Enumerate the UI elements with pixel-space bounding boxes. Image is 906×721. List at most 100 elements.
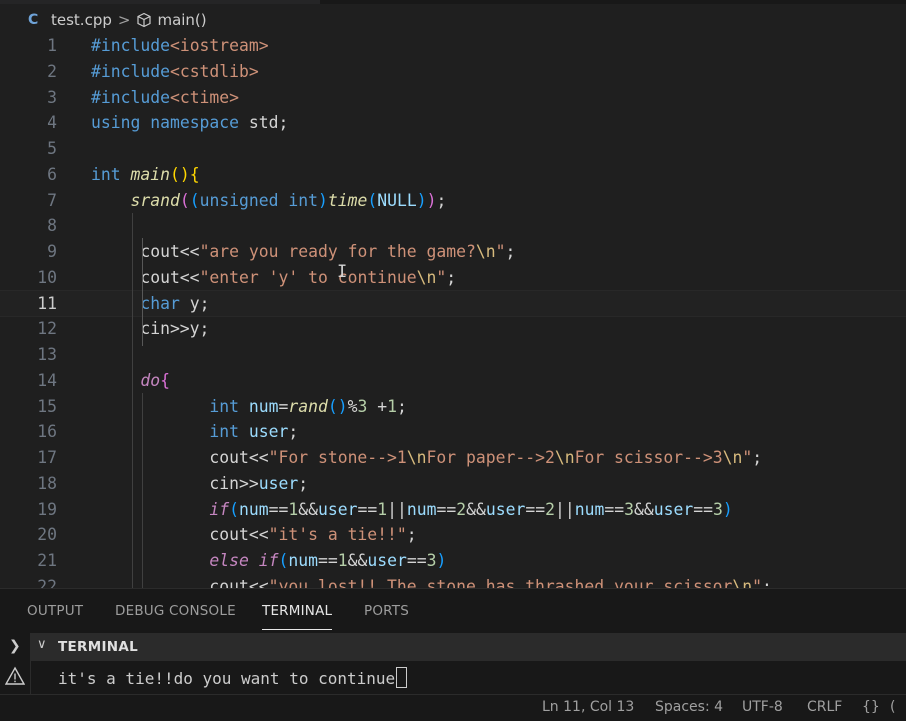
line-number: 9: [47, 242, 57, 261]
code-token: ;: [505, 242, 516, 261]
code-token: 1: [337, 551, 348, 570]
status-overflow: (: [890, 699, 896, 715]
code-line[interactable]: 19 if(num==1&&user==1||num==2&&user==2||…: [0, 497, 906, 523]
code-token: rand: [288, 396, 328, 416]
code-line[interactable]: 16 int user;: [0, 419, 906, 445]
code-line[interactable]: 2 #include<cstdlib>: [0, 59, 906, 85]
code-text: cout<<"are you ready for the game?\n";: [91, 239, 515, 265]
line-number: 3: [47, 87, 57, 107]
code-token: 1: [387, 396, 397, 416]
code-token: +: [367, 396, 388, 416]
line-number: 7: [47, 190, 57, 210]
tab-terminal[interactable]: TERMINAL: [262, 603, 333, 630]
code-line[interactable]: 17 cout<<"For stone-->1\nFor paper-->2\n…: [0, 445, 906, 471]
status-encoding[interactable]: UTF-8: [742, 699, 783, 715]
code-line[interactable]: 9 cout<<"are you ready for the game?\n";: [0, 239, 906, 265]
code-token: "enter 'y' to continue: [199, 267, 417, 287]
status-eol[interactable]: CRLF: [807, 699, 842, 715]
chevron-right-icon[interactable]: ❯: [9, 638, 21, 654]
status-cursor-position[interactable]: Ln 11, Col 13: [542, 699, 634, 715]
code-text: #include<iostream>: [91, 33, 269, 59]
code-token: user: [367, 551, 407, 570]
code-line[interactable]: 3 #include<ctime>: [0, 85, 906, 111]
code-token: "you lost!! The stone has thrashed your …: [268, 576, 733, 588]
tab-output[interactable]: OUTPUT: [27, 603, 83, 619]
code-line[interactable]: 8: [0, 213, 906, 239]
code-token: user: [248, 422, 289, 442]
code-line[interactable]: 10 cout<<"enter 'y' to continue\n";: [0, 265, 906, 291]
code-token: num: [574, 499, 605, 519]
code-token: 1: [377, 499, 388, 519]
code-token: {: [160, 370, 170, 390]
code-token: ==: [525, 499, 546, 519]
code-token: ": [495, 242, 506, 261]
code-token: <ctime>: [169, 87, 240, 107]
line-number: 18: [37, 473, 57, 493]
code-line[interactable]: 1 #include<iostream>: [0, 33, 906, 59]
code-text: int main(){: [91, 162, 200, 188]
breadcrumb-file[interactable]: test.cpp: [51, 11, 112, 29]
code-line[interactable]: 7 srand((unsigned int)time(NULL));: [0, 188, 906, 214]
braces-icon[interactable]: {}: [862, 699, 880, 715]
line-number: 5: [47, 139, 57, 158]
code-token: "are you ready for the game?: [199, 242, 476, 261]
chevron-down-icon[interactable]: ∨: [37, 637, 47, 652]
code-lines[interactable]: 1 #include<iostream> 2 #include<cstdlib> 3 #i…: [0, 33, 906, 588]
status-indentation[interactable]: Spaces: 4: [655, 699, 723, 715]
line-number: 12: [37, 319, 57, 339]
code-token: &&: [347, 551, 368, 570]
code-line[interactable]: 5: [0, 136, 906, 162]
terminal-output[interactable]: it's a tie!!do you want to continue: [58, 667, 408, 688]
code-line[interactable]: 22 cout<<"you lost!! The stone has thras…: [0, 574, 906, 588]
tab-ports[interactable]: PORTS: [364, 603, 409, 619]
code-token: cout<<: [91, 242, 200, 261]
code-token: #include: [91, 61, 170, 81]
code-line[interactable]: 14 do{: [0, 368, 906, 394]
line-number: 15: [37, 396, 57, 416]
code-text: cout<<"it's a tie!!";: [91, 522, 416, 548]
code-line[interactable]: 18 cin>>user;: [0, 471, 906, 497]
code-line[interactable]: 13: [0, 342, 906, 368]
warning-icon[interactable]: [5, 666, 25, 686]
code-line[interactable]: 4 using namespace std;: [0, 110, 906, 136]
code-editor[interactable]: C test.cpp > main() 1 #include<iostream> 2…: [0, 0, 906, 588]
code-token: cin>>: [91, 473, 259, 493]
code-line[interactable]: 6 int main(){: [0, 162, 906, 188]
code-text: #include<cstdlib>: [91, 59, 259, 85]
code-token: num: [288, 551, 318, 570]
code-token: For paper-->2: [426, 448, 555, 467]
code-line[interactable]: 20 cout<<"it's a tie!!";: [0, 522, 906, 548]
code-line[interactable]: 11 char y;: [0, 289, 906, 318]
code-line[interactable]: 21 else if(num==1&&user==3): [0, 548, 906, 574]
code-token: ;: [436, 190, 447, 210]
code-text: cout<<"enter 'y' to continue\n";: [91, 265, 456, 291]
code-token: ": [752, 576, 763, 588]
code-token: ": [742, 448, 753, 467]
code-token: 3: [712, 499, 723, 519]
code-token: user: [653, 499, 694, 519]
code-token: do: [140, 370, 161, 390]
code-token: y;: [179, 293, 210, 313]
code-line[interactable]: 12 cin>>y;: [0, 316, 906, 342]
code-token: <iostream>: [169, 36, 269, 55]
terminal-header[interactable]: ∨ TERMINAL: [31, 633, 906, 661]
code-token: 3: [426, 551, 437, 570]
code-token: num: [239, 499, 269, 519]
line-number: 4: [47, 113, 57, 133]
code-token: ;: [397, 396, 407, 416]
code-line[interactable]: 15 int num=rand()%3 +1;: [0, 394, 906, 420]
code-text: int user;: [91, 419, 298, 445]
code-token: srand: [130, 190, 180, 210]
code-token: ==: [604, 499, 625, 519]
code-text: cin>>user;: [91, 471, 308, 497]
breadcrumb-symbol[interactable]: main(): [157, 11, 206, 29]
line-number: 10: [37, 267, 57, 287]
code-text: cout<<"For stone-->1\nFor paper-->2\nFor…: [91, 445, 762, 471]
tab-debug-console[interactable]: DEBUG CONSOLE: [115, 603, 236, 619]
code-token: ": [436, 267, 447, 287]
code-token: ||: [387, 499, 407, 519]
